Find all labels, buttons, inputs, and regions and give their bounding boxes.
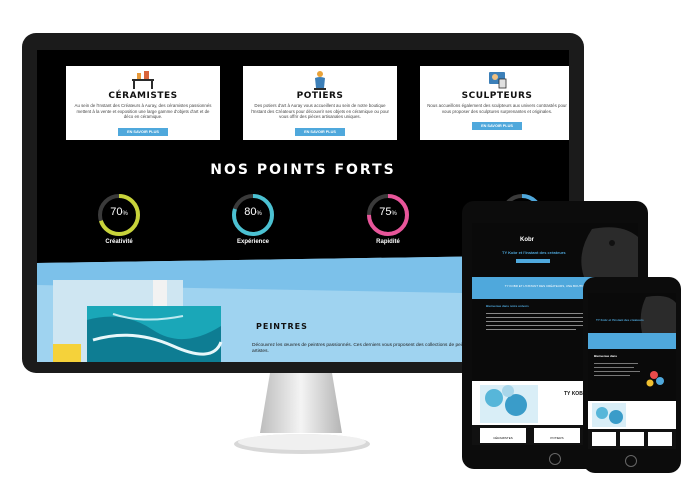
monitor-stand-neck (260, 373, 342, 433)
painting-image (53, 280, 223, 362)
ceramic-workbench-icon (132, 71, 154, 89)
tablet-card-label[interactable]: CÉRAMISTES (484, 436, 522, 441)
service-title: SCULPTEURS (461, 91, 533, 101)
en-savoir-plus-button[interactable]: EN SAVOIR PLUS (118, 127, 168, 136)
en-savoir-plus-button[interactable]: EN SAVOIR PLUS (295, 127, 345, 136)
gauge-value: 70% (110, 206, 128, 218)
section-title-points-forts: NOS POINTS FORTS (210, 162, 396, 178)
monitor-stand-base (234, 434, 370, 454)
gauge-label: Expérience (236, 239, 270, 245)
home-button-icon[interactable] (624, 454, 638, 468)
en-savoir-plus-button[interactable]: EN SAVOIR PLUS (472, 122, 522, 131)
tablet-logo[interactable]: Kobr (520, 237, 534, 242)
phone-hero-title: TY Kobr et l'Instant des créateurs (596, 318, 644, 322)
tablet-section-title: Bienvenue dans notre univers (486, 304, 529, 308)
phone-section-title: Bienvenue dans (594, 354, 618, 358)
gauge-rapidite: 75% Rapidité (353, 192, 423, 245)
sculpture-icon (489, 72, 507, 89)
gauge-experience: 80% Expérience (218, 192, 288, 245)
home-button-icon[interactable] (548, 452, 562, 466)
gauge-value: 80% (244, 206, 262, 218)
gauge-value: 75% (379, 206, 397, 218)
gauge-creativite: 70% Créativité (84, 192, 154, 245)
service-card-sculpteurs: SCULPTEURS Nous accueillons également de… (420, 66, 569, 140)
section-title-peintres: PEINTRES (256, 322, 308, 331)
service-card-potiers: POTIERS Des potiers d'art à Auray vous a… (243, 66, 397, 140)
gauge-label: Rapidité (376, 239, 400, 245)
service-card-ceramistes: CÉRAMISTES Au sein de l'Instant des Créa… (66, 66, 220, 140)
service-title: POTIERS (296, 91, 344, 101)
service-text: Au sein de l'Instant des Créateurs à Aur… (74, 103, 212, 120)
gauge-label: Créativité (105, 239, 133, 245)
service-title: CÉRAMISTES (108, 91, 178, 101)
service-text: Des potiers d'art à Auray vous accueille… (251, 103, 389, 120)
tablet-card-label[interactable]: POTIERS (538, 436, 576, 441)
pottery-vase-icon (314, 71, 326, 90)
phone-screen: TY Kobr et l'Instant des créateurs Bienv… (588, 293, 676, 449)
service-text: Nous accueillons également des sculpteur… (427, 103, 567, 114)
tablet-hero-title: TY Kobr et l'Instant des créateurs (502, 250, 566, 255)
